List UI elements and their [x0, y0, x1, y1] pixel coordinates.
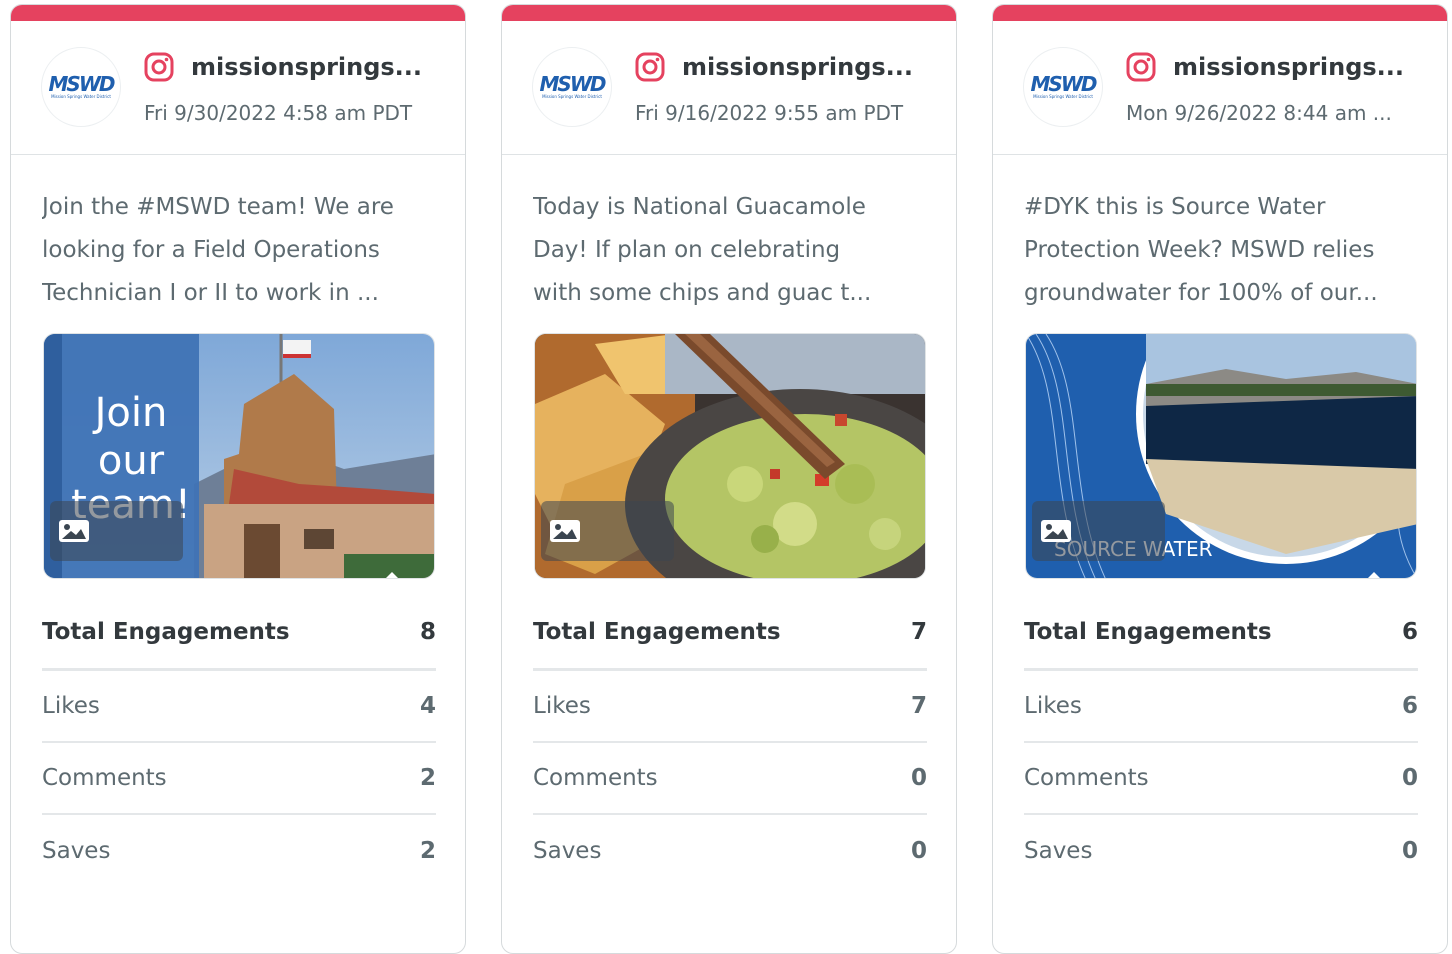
stat-row-saves: Saves 2 [42, 815, 436, 887]
instagram-icon [144, 52, 174, 82]
card-header: MSWD Mission Springs Water District miss… [11, 21, 465, 155]
post-image[interactable]: SOURCE WATER [1025, 333, 1417, 579]
stat-value: 8 [419, 618, 436, 645]
account-handle[interactable]: missionsprings... [682, 53, 927, 81]
stat-row-total: Total Engagements 7 [533, 595, 927, 671]
stat-label: Total Engagements [42, 618, 290, 645]
stat-label: Saves [1024, 838, 1093, 864]
post-card[interactable]: MSWD Mission Springs Water District miss… [10, 4, 466, 954]
avatar-logo-subtext: Mission Springs Water District [51, 94, 111, 99]
card-header: MSWD Mission Springs Water District miss… [993, 21, 1447, 155]
avatar-logo-subtext: Mission Springs Water District [1033, 94, 1093, 99]
post-text: Join the #MSWD team! We are looking for … [42, 186, 434, 315]
image-icon [1041, 520, 1071, 542]
post-image[interactable] [534, 333, 926, 579]
stat-row-saves: Saves 0 [1024, 815, 1418, 887]
post-image[interactable]: Join our team! [43, 333, 435, 579]
avatar: MSWD Mission Springs Water District [41, 47, 121, 127]
avatar-logo-text: MSWD [539, 72, 607, 96]
stat-value: 6 [1401, 693, 1418, 719]
engagement-stats: Total Engagements 8 Likes 4 Comments 2 S… [42, 595, 436, 887]
image-type-badge [50, 501, 183, 561]
stat-row-likes: Likes 6 [1024, 671, 1418, 743]
stat-row-saves: Saves 0 [533, 815, 927, 887]
stat-value: 6 [1401, 618, 1418, 645]
image-caption-line: Join [92, 390, 168, 436]
card-header: MSWD Mission Springs Water District miss… [502, 21, 956, 155]
engagement-stats: Total Engagements 6 Likes 6 Comments 0 S… [1024, 595, 1418, 887]
post-text-line: groundwater for 100% of our... [1024, 280, 1378, 306]
post-text-line: Protection Week? MSWD relies [1024, 237, 1375, 263]
post-date: Mon 9/26/2022 8:44 am ... [1126, 101, 1392, 125]
stat-row-total: Total Engagements 6 [1024, 595, 1418, 671]
stat-label: Likes [42, 693, 100, 719]
post-date: Fri 9/16/2022 9:55 am PDT [635, 101, 904, 125]
instagram-icon [1126, 52, 1156, 82]
image-type-badge [541, 501, 674, 561]
post-text-line: Today is National Guacamole [533, 194, 866, 220]
post-card[interactable]: MSWD Mission Springs Water District miss… [992, 4, 1448, 954]
stat-label: Total Engagements [1024, 618, 1272, 645]
stat-label: Total Engagements [533, 618, 781, 645]
stat-label: Comments [1024, 765, 1149, 791]
image-icon [59, 520, 89, 542]
post-date: Fri 9/30/2022 4:58 am PDT [144, 101, 413, 125]
card-accent-bar [11, 5, 465, 21]
post-text: #DYK this is Source Water Protection Wee… [1024, 186, 1416, 315]
post-card[interactable]: MSWD Mission Springs Water District miss… [501, 4, 957, 954]
stat-row-comments: Comments 0 [1024, 743, 1418, 815]
stat-value: 7 [910, 693, 927, 719]
avatar: MSWD Mission Springs Water District [1023, 47, 1103, 127]
stat-value: 4 [419, 693, 436, 719]
card-accent-bar [502, 5, 956, 21]
avatar-logo-text: MSWD [48, 72, 116, 96]
stat-value: 0 [910, 838, 927, 864]
image-icon [550, 520, 580, 542]
stat-label: Saves [42, 838, 111, 864]
stat-label: Comments [533, 765, 658, 791]
stat-row-total: Total Engagements 8 [42, 595, 436, 671]
image-caption-line: our [98, 438, 165, 484]
post-text-line: with some chips and guac t... [533, 280, 872, 306]
instagram-icon [635, 52, 665, 82]
stat-label: Saves [533, 838, 602, 864]
stat-value: 7 [910, 618, 927, 645]
stat-row-likes: Likes 7 [533, 671, 927, 743]
stat-row-comments: Comments 2 [42, 743, 436, 815]
post-text-line: Technician I or II to work in ... [42, 280, 379, 306]
avatar-logo-subtext: Mission Springs Water District [542, 94, 602, 99]
card-accent-bar [993, 5, 1447, 21]
stat-value: 0 [910, 765, 927, 791]
stat-label: Likes [1024, 693, 1082, 719]
image-type-badge [1032, 501, 1165, 561]
engagement-stats: Total Engagements 7 Likes 7 Comments 0 S… [533, 595, 927, 887]
post-text-line: Day! If plan on celebrating [533, 237, 841, 263]
stat-value: 2 [419, 765, 436, 791]
post-text-line: #DYK this is Source Water [1024, 194, 1326, 220]
stat-value: 0 [1401, 838, 1418, 864]
post-text-line: Join the #MSWD team! We are [42, 194, 394, 220]
stat-label: Comments [42, 765, 167, 791]
stat-row-comments: Comments 0 [533, 743, 927, 815]
avatar-logo-text: MSWD [1030, 72, 1098, 96]
stat-value: 2 [419, 838, 436, 864]
account-handle[interactable]: missionsprings... [191, 53, 436, 81]
account-handle[interactable]: missionsprings... [1173, 53, 1418, 81]
avatar: MSWD Mission Springs Water District [532, 47, 612, 127]
stat-row-likes: Likes 4 [42, 671, 436, 743]
post-text-line: looking for a Field Operations [42, 237, 380, 263]
stat-label: Likes [533, 693, 591, 719]
stat-value: 0 [1401, 765, 1418, 791]
post-text: Today is National Guacamole Day! If plan… [533, 186, 925, 315]
